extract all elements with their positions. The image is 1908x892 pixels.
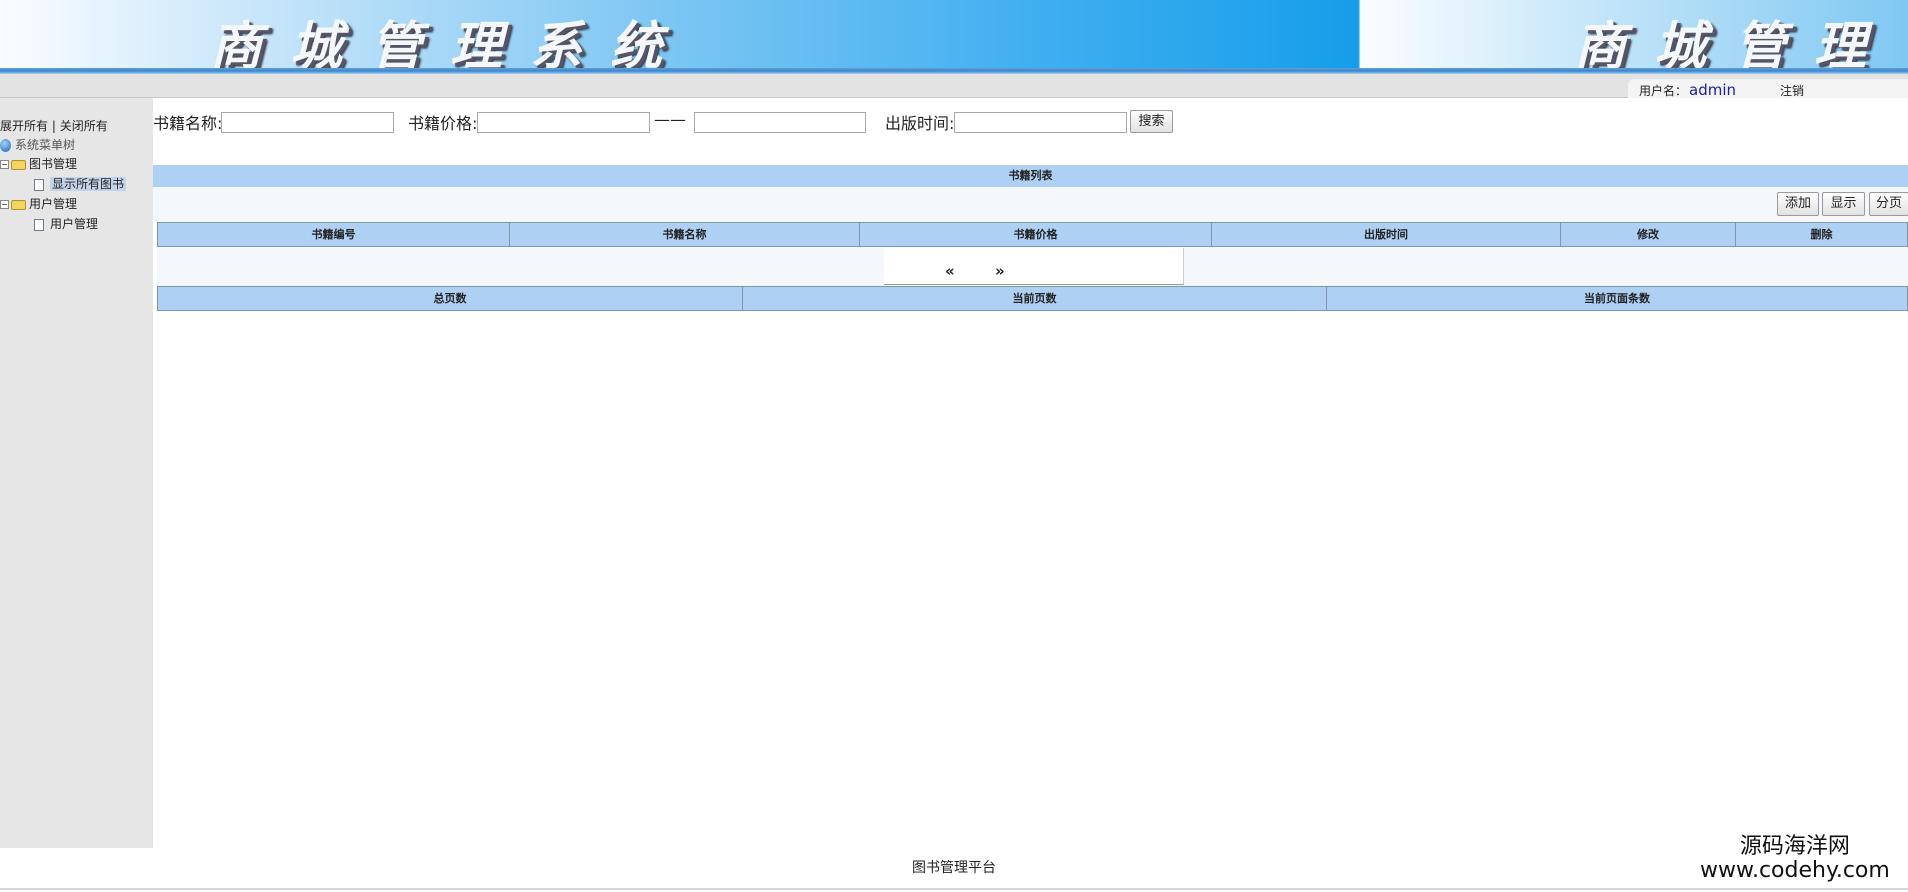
search-button[interactable]: 搜索: [1130, 110, 1173, 133]
column-header-id: 书籍编号: [158, 223, 510, 246]
publish-date-label: 出版时间:: [885, 114, 955, 133]
watermark-line2: www.codehy.com: [1700, 858, 1890, 883]
user-info: 用户名： admin 注销: [1628, 79, 1908, 99]
add-button[interactable]: 添加: [1777, 192, 1819, 216]
column-header-date: 出版时间: [1212, 223, 1561, 246]
next-page-link[interactable]: »: [995, 262, 1005, 280]
table-header: 书籍编号 书籍名称 书籍价格 出版时间 修改 删除: [157, 222, 1908, 247]
tree-item-show-all-books[interactable]: 显示所有图书: [34, 175, 127, 192]
username-label: 用户名：: [1639, 84, 1688, 98]
document-icon: [34, 178, 44, 191]
total-pages-header: 总页数: [158, 287, 743, 310]
show-button[interactable]: 显示: [1822, 192, 1865, 216]
book-name-label: 书籍名称:: [153, 114, 223, 133]
column-header-edit: 修改: [1561, 223, 1736, 246]
watermark: 源码海洋网 www.codehy.com: [1700, 835, 1890, 883]
column-header-delete: 删除: [1810, 228, 1833, 241]
logout-link[interactable]: 注销: [1780, 84, 1804, 98]
price-min-input[interactable]: [477, 112, 650, 133]
tree-root-label: 系统菜单树: [15, 138, 76, 152]
header-banner: 商城管理系统 商城管理: [0, 0, 1908, 77]
table-title: 书籍列表: [153, 165, 1908, 187]
book-price-label: 书籍价格:: [408, 114, 478, 133]
page-count-header: 当前页面条数: [1584, 292, 1650, 305]
tree-item-label: 用户管理: [50, 217, 99, 231]
tree-item-user-management[interactable]: 用户管理: [34, 215, 98, 232]
folder-icon: [11, 199, 26, 210]
folder-icon: [11, 159, 26, 170]
username: admin: [1689, 81, 1737, 99]
tree-group-users[interactable]: − 用户管理: [0, 195, 77, 212]
tree-group-books[interactable]: − 图书管理: [0, 155, 77, 172]
tree-item-label: 显示所有图书: [50, 177, 127, 191]
collapse-all-link[interactable]: 关闭所有: [60, 119, 108, 133]
collapse-icon[interactable]: −: [0, 160, 9, 169]
column-header-price: 书籍价格: [860, 223, 1212, 246]
document-icon: [34, 218, 44, 231]
price-max-input[interactable]: [694, 112, 866, 133]
separator: |: [51, 119, 56, 133]
book-name-input[interactable]: [221, 112, 394, 133]
current-page-header: 当前页数: [743, 287, 1327, 310]
user-bar: [0, 74, 1908, 98]
paging-button[interactable]: 分页: [1869, 192, 1908, 216]
summary-header: 总页数 当前页数 当前页面条数: [157, 286, 1908, 311]
table-toolbar: [153, 187, 1908, 221]
prev-page-link[interactable]: «: [945, 262, 955, 280]
tree-group-label: 用户管理: [29, 197, 78, 211]
price-separator: ——: [654, 110, 686, 129]
sidebar: 展开所有 | 关闭所有 系统菜单树 − 图书管理 显示所有图书 − 用户管理 用户管…: [0, 98, 153, 848]
publish-date-input[interactable]: [954, 112, 1127, 133]
footer-text: 图书管理平台: [912, 860, 996, 876]
computer-icon: [0, 139, 11, 152]
column-header-name: 书籍名称: [510, 223, 860, 246]
tree-group-label: 图书管理: [29, 157, 78, 171]
watermark-line1: 源码海洋网: [1739, 834, 1850, 859]
expand-all-link[interactable]: 展开所有: [0, 119, 48, 133]
pagination: [884, 248, 1184, 285]
tree-root: 系统菜单树: [0, 136, 75, 153]
collapse-icon[interactable]: −: [0, 200, 9, 209]
bottom-divider: [0, 888, 1908, 890]
